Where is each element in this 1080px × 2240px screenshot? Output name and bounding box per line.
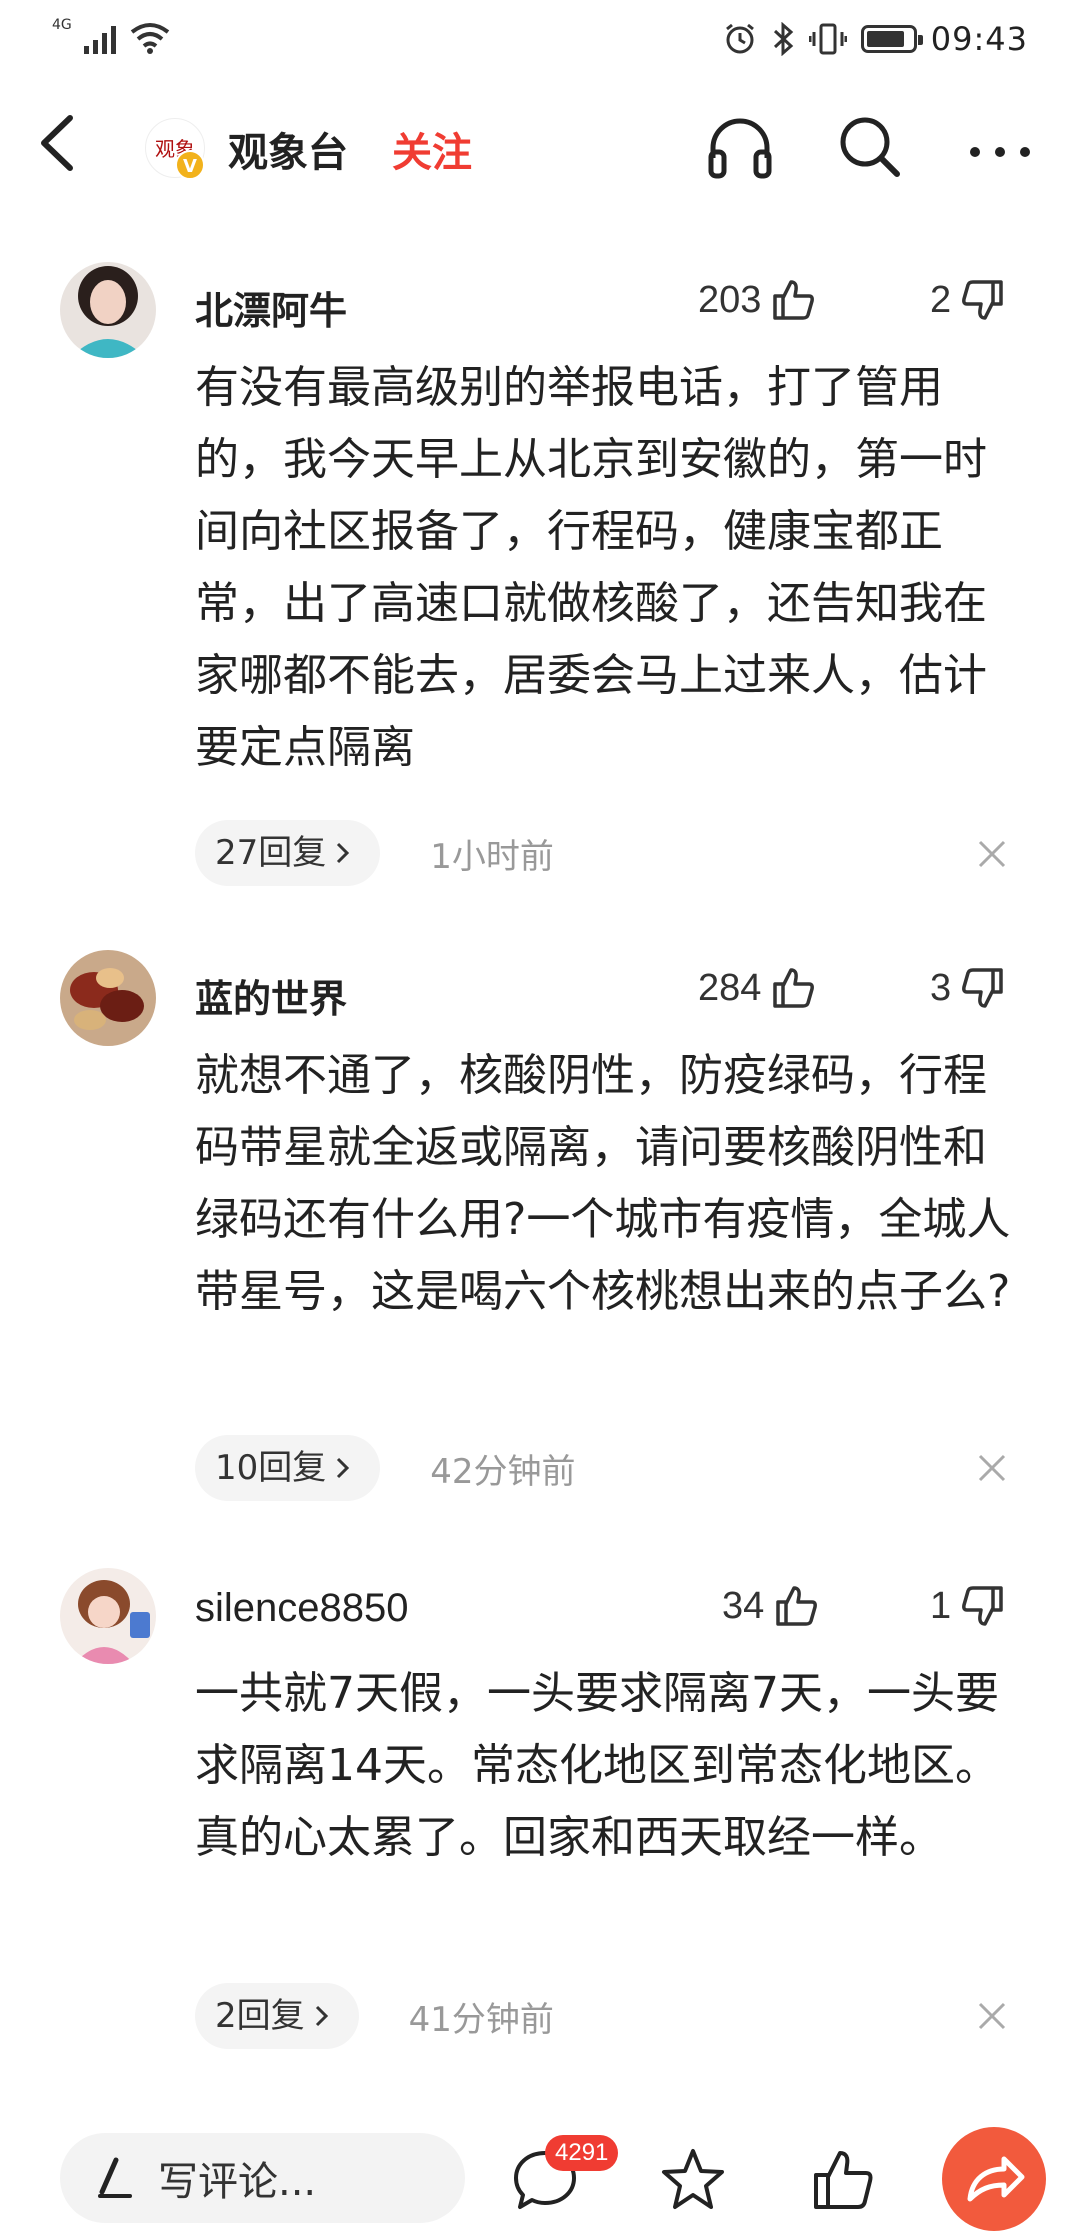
chevron-right-icon <box>315 2005 328 2027</box>
back-icon <box>41 115 73 171</box>
search-icon[interactable] <box>835 112 905 182</box>
close-icon[interactable] <box>972 1448 1012 1488</box>
clock: 09:43 <box>930 20 1028 58</box>
thumbs-down-icon[interactable] <box>959 276 1007 324</box>
alarm-icon <box>725 23 754 54</box>
headphone-icon[interactable] <box>705 112 775 182</box>
chevron-right-icon <box>337 1457 350 1479</box>
comment-meta: 10回复 42分钟前 <box>195 1435 576 1501</box>
wifi-icon <box>130 23 169 54</box>
avatar-image <box>60 950 156 1046</box>
channel-name[interactable]: 观象台 <box>228 120 348 178</box>
like-count: 203 <box>698 278 762 321</box>
comment-username[interactable]: 北漂阿牛 <box>195 280 347 335</box>
dislike-control[interactable]: 1 <box>930 1582 1007 1630</box>
star-icon[interactable] <box>658 2145 728 2215</box>
close-icon[interactable] <box>972 1996 1012 2036</box>
comment-text: 一共就7天假，一头要求隔离7天，一头要求隔离14天。常态化地区到常态化地区。真的… <box>195 1668 999 1863</box>
comment-meta: 27回复 1小时前 <box>195 820 554 886</box>
chevron-right-icon <box>337 842 350 864</box>
dislike-control[interactable]: 3 <box>930 964 1007 1012</box>
like-count: 34 <box>722 1584 765 1627</box>
like-control[interactable]: 203 <box>698 276 817 324</box>
replies-button[interactable]: 27回复 <box>195 820 381 886</box>
close-icon[interactable] <box>972 834 1012 874</box>
network-type: 4G <box>52 17 72 33</box>
signal-icon <box>83 26 116 54</box>
thumbs-up-icon[interactable] <box>769 964 817 1012</box>
replies-button[interactable]: 10回复 <box>195 1435 381 1501</box>
dislike-count: 1 <box>930 1584 952 1627</box>
more-icon[interactable] <box>965 112 1035 182</box>
pen-icon <box>98 2157 132 2198</box>
bottom-bar: 写评论... 4291 <box>0 2115 1080 2240</box>
share-icon <box>967 2156 1025 2202</box>
avatar[interactable] <box>60 950 156 1046</box>
thumbs-up-icon[interactable] <box>772 1582 820 1630</box>
comment-meta: 2回复 41分钟前 <box>195 1983 554 2049</box>
replies-button[interactable]: 2回复 <box>195 1983 359 2049</box>
dislike-control[interactable]: 2 <box>930 276 1007 324</box>
back-button[interactable] <box>30 108 90 178</box>
comment-count-badge: 4291 <box>545 2135 619 2171</box>
comment-text: 就想不通了，核酸阴性，防疫绿码，行程码带星就全返或隔离，请问要核酸阴性和绿码还有… <box>195 1050 1011 1317</box>
reply-count: 27回复 <box>215 833 327 873</box>
like-control[interactable]: 34 <box>722 1582 820 1630</box>
vibrate-icon <box>808 23 847 55</box>
comment-username[interactable]: silence8850 <box>195 1586 409 1631</box>
follow-button[interactable]: 关注 <box>392 120 472 178</box>
thumbs-down-icon[interactable] <box>959 1582 1007 1630</box>
status-right: 09:43 <box>723 20 1028 58</box>
write-comment-placeholder: 写评论... <box>158 2159 317 2205</box>
battery-icon <box>860 25 923 53</box>
like-icon[interactable] <box>808 2145 878 2215</box>
comment-username[interactable]: 蓝的世界 <box>195 968 347 1023</box>
avatar[interactable] <box>60 1568 156 1664</box>
write-comment-input[interactable]: 写评论... <box>60 2133 465 2223</box>
reply-count: 2回复 <box>215 1996 305 2036</box>
status-left: 4G <box>52 18 170 54</box>
comment-time: 42分钟前 <box>430 1451 576 1492</box>
share-button[interactable] <box>942 2127 1046 2231</box>
thumbs-up-icon[interactable] <box>769 276 817 324</box>
like-count: 284 <box>698 966 762 1009</box>
status-bar: 4G 09:43 <box>0 0 1080 80</box>
battery-fill <box>866 31 905 47</box>
bluetooth-icon <box>773 22 794 56</box>
avatar-image <box>60 1568 156 1664</box>
comment-time: 1小时前 <box>430 836 554 877</box>
avatar-image <box>60 262 156 358</box>
comment-time: 41分钟前 <box>408 1999 554 2040</box>
dislike-count: 3 <box>930 966 952 1009</box>
verified-badge: V <box>175 150 205 180</box>
thumbs-down-icon[interactable] <box>959 964 1007 1012</box>
like-control[interactable]: 284 <box>698 964 817 1012</box>
comment-text: 有没有最高级别的举报电话，打了管用的，我今天早上从北京到安徽的，第一时间向社区报… <box>195 362 987 773</box>
top-header: 观象 V 观象台 关注 <box>0 90 1080 200</box>
reply-count: 10回复 <box>215 1448 327 1488</box>
dislike-count: 2 <box>930 278 952 321</box>
avatar[interactable] <box>60 262 156 358</box>
